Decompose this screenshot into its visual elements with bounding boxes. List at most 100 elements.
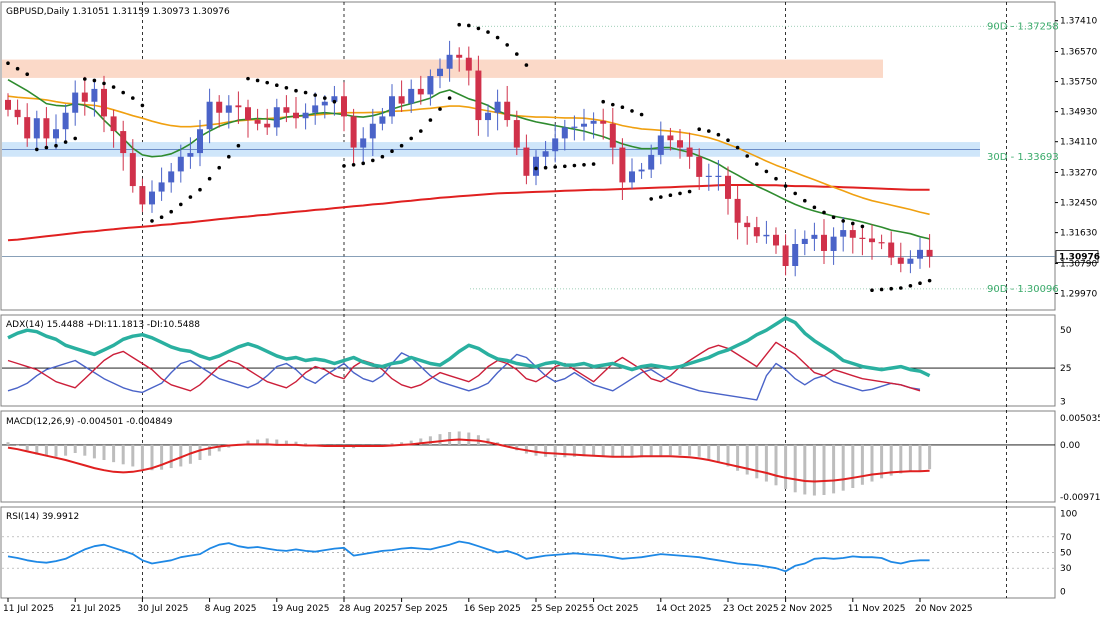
macd-histogram-bar [918, 444, 922, 471]
candle-body [657, 135, 664, 155]
candle-body [667, 135, 674, 141]
sar-dot [707, 129, 711, 133]
date-tick-label: 8 Aug 2025 [205, 604, 257, 614]
candle-body [696, 156, 703, 177]
macd-histogram-bar [25, 444, 29, 451]
plus-di-line [7, 352, 921, 401]
sar-dot [380, 154, 385, 159]
candle-body [504, 101, 511, 121]
macd-panel[interactable] [2, 431, 1055, 496]
candle-body [533, 156, 539, 176]
candle-body [753, 227, 760, 237]
candle-body [571, 126, 578, 128]
price-panel[interactable]: 90D - 1.37258 30D - 1.33693 90D - 1.30096 [2, 21, 1059, 295]
sar-dot [822, 210, 826, 215]
candle-body [398, 96, 405, 104]
candle-body [446, 54, 453, 69]
macd-histogram-bar [755, 444, 759, 479]
macd-histogram-bar [121, 444, 125, 465]
candle-body [859, 237, 866, 239]
adx-tick-label: 50 [1060, 326, 1072, 336]
sar-dot [428, 118, 433, 122]
sar-dot [313, 93, 318, 97]
sar-dot [476, 26, 481, 31]
sar-dot [899, 286, 903, 290]
candle-body [648, 154, 655, 170]
macd-histogram-bar [716, 444, 720, 463]
sar-dot [25, 72, 30, 77]
sar-dot [351, 163, 356, 167]
candle-body [245, 107, 251, 121]
rsi-line [7, 540, 930, 573]
sar-dot [697, 127, 701, 132]
date-tick-label: 2 Nov 2025 [781, 604, 833, 614]
candle-body [101, 88, 107, 117]
candle-body [24, 117, 31, 139]
sar-dot [15, 66, 20, 71]
sar-dot [515, 52, 519, 56]
sar-dot [140, 103, 145, 108]
sar-dot [131, 96, 135, 100]
candle-body [43, 118, 50, 139]
rsi-tick-label: 70 [1060, 533, 1072, 543]
macd-histogram-bar [812, 444, 816, 496]
candle-body [773, 234, 779, 246]
candle-body [120, 131, 127, 154]
date-tick-label: 16 Sep 2025 [464, 604, 521, 614]
macd-histogram-bar [16, 444, 20, 446]
candle-body [456, 54, 463, 58]
rsi-tick-label: 30 [1060, 564, 1072, 574]
candle-body [350, 116, 357, 148]
macd-histogram-bar [457, 431, 461, 445]
macd-histogram-bar [745, 444, 749, 475]
sar-dot [755, 162, 759, 166]
candle-body [465, 57, 472, 71]
sar-dot [851, 221, 855, 226]
sar-dot [649, 197, 653, 201]
level-label-2: 90D - 1.30096 [987, 284, 1059, 295]
sar-dot [726, 138, 730, 143]
date-tick-label: 19 Aug 2025 [272, 604, 330, 614]
macd-histogram-bar [438, 434, 442, 445]
date-tick-label: 11 Nov 2025 [848, 604, 906, 614]
macd-histogram-bar [851, 444, 855, 488]
ma-slow-line [7, 184, 930, 242]
price-tick-label: 1.29970 [1060, 290, 1097, 300]
macd-histogram-bar [198, 444, 202, 460]
candle-body [369, 123, 376, 139]
sar-dot [102, 81, 106, 86]
sar-dot [620, 105, 625, 110]
price-tick-label: 1.30790 [1060, 259, 1097, 269]
macd-histogram-bar [668, 444, 672, 456]
adx-tick-label: 3 [1060, 397, 1066, 407]
sar-dot [179, 202, 183, 207]
candle-body [321, 101, 328, 106]
sar-dot [275, 83, 279, 88]
candle-body [485, 112, 491, 121]
macd-histogram-bar [54, 444, 58, 457]
sar-dot [659, 195, 663, 199]
date-tick-label: 11 Jul 2025 [3, 604, 54, 614]
macd-histogram-bar [860, 444, 864, 485]
candle-body [360, 138, 367, 148]
candle-body [264, 123, 271, 128]
sar-dot [284, 86, 289, 90]
candle-body [811, 234, 818, 239]
sar-dot [716, 132, 721, 137]
sar-dot [207, 176, 212, 181]
candle-body [638, 169, 645, 172]
candle-body [629, 171, 635, 183]
adx-panel[interactable] [2, 316, 1055, 401]
date-tick-label: 5 Oct 2025 [589, 604, 639, 614]
trading-chart[interactable]: 90D - 1.3725830D - 1.3369390D - 1.30096 … [0, 0, 1100, 619]
sar-dot [467, 23, 471, 28]
price-tick-label: 1.34930 [1060, 108, 1097, 118]
candle-body [869, 238, 875, 243]
date-tick-label: 23 Oct 2025 [723, 604, 779, 614]
date-tick-label: 28 Aug 2025 [339, 604, 397, 614]
candle-body [158, 182, 165, 192]
macd-histogram-bar [841, 444, 845, 491]
sar-dot [236, 143, 241, 148]
macd-histogram-bar [611, 444, 615, 457]
rsi-panel[interactable] [2, 536, 1055, 573]
